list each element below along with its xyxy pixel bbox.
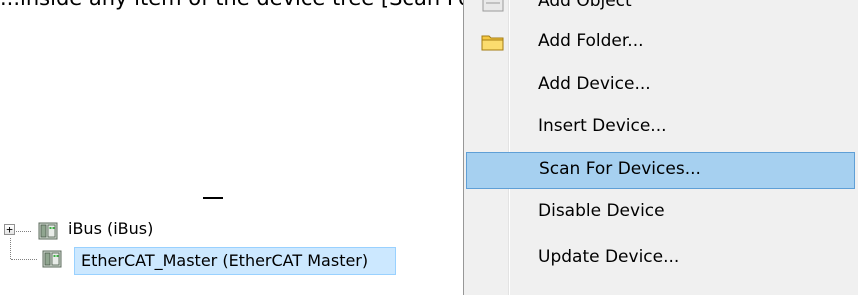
add-object-icon [482, 0, 504, 12]
device-icon [38, 222, 58, 240]
tree-item-label[interactable]: iBus (iBus) [68, 219, 153, 238]
tree-connector-line [16, 231, 31, 232]
menu-item-label: Add Object [538, 0, 632, 11]
device-tree: + iBus (iBus) EtherCAT_Master (EtherCAT … [0, 0, 460, 295]
menu-item-add-folder[interactable]: Add Folder... [466, 24, 855, 61]
tree-item-selected[interactable]: EtherCAT_Master (EtherCAT Master) [74, 247, 396, 275]
menu-item-label: Add Folder... [538, 31, 644, 51]
tree-connector-line [10, 238, 11, 259]
expand-toggle[interactable]: + [4, 224, 15, 235]
menu-item-label: Insert Device... [538, 116, 667, 136]
menu-item-label: Disable Device [538, 201, 665, 221]
menu-item-insert-device[interactable]: Insert Device... [466, 109, 855, 146]
device-icon [42, 250, 62, 268]
text-cursor [203, 197, 223, 199]
menu-item-scan-for-devices[interactable]: Scan For Devices... [466, 152, 855, 189]
menu-item-label: Scan For Devices... [539, 159, 701, 179]
menu-item-update-device[interactable]: Update Device... [466, 237, 855, 274]
menu-item-label: Add Device... [538, 74, 651, 94]
menu-item-add-device[interactable]: Add Device... [466, 67, 855, 104]
menu-item-add-object[interactable]: Add Object [466, 0, 855, 21]
folder-icon [481, 35, 504, 51]
menu-item-label: Update Device... [538, 247, 680, 267]
context-menu: Add Object Add Folder... Add Device... I… [463, 0, 858, 295]
menu-item-disable-device[interactable]: Disable Device [466, 194, 855, 231]
tree-item-label[interactable]: EtherCAT_Master (EtherCAT Master) [81, 251, 368, 270]
tree-connector-line [11, 259, 37, 260]
